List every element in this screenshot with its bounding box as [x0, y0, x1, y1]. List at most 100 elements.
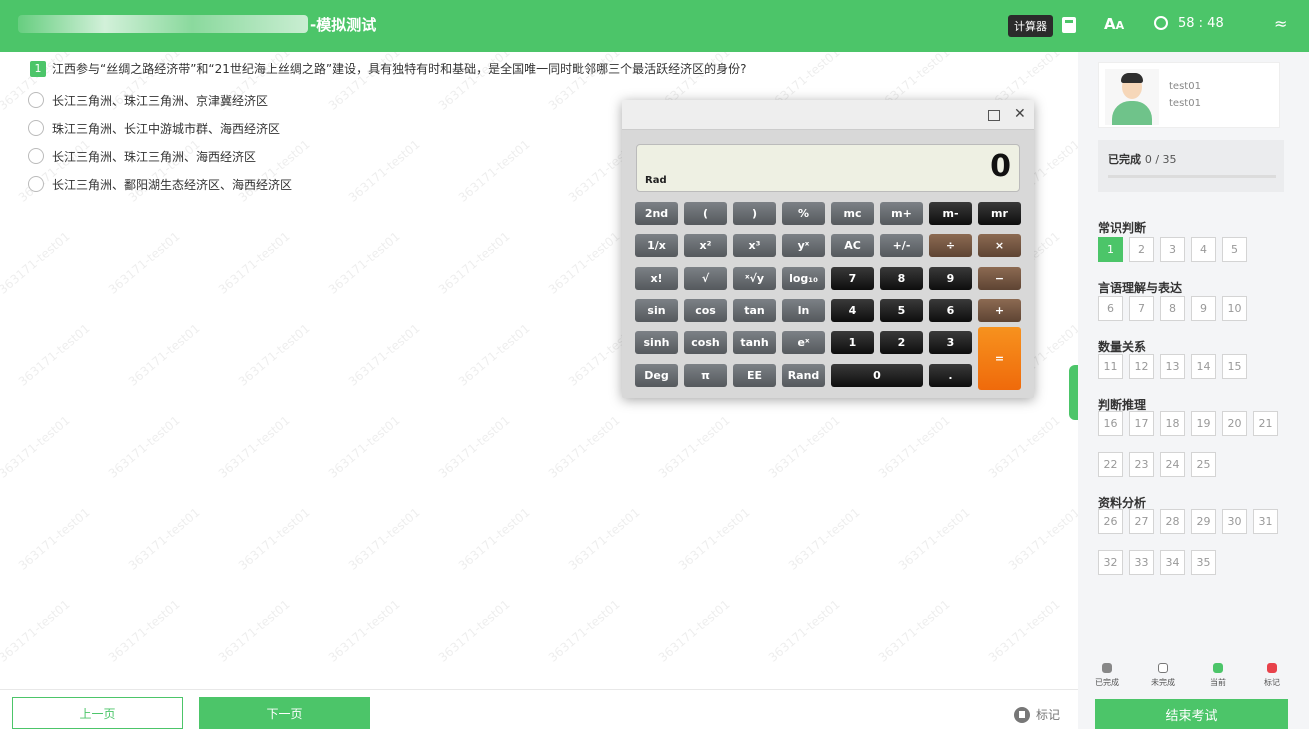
question-nav-button[interactable]: 6 — [1098, 296, 1123, 321]
question-nav-button[interactable]: 26 — [1098, 509, 1123, 534]
question-nav-button[interactable]: 35 — [1191, 550, 1216, 575]
calc-key-1[interactable]: 1 — [831, 331, 874, 355]
question-nav-button[interactable]: 15 — [1222, 354, 1247, 379]
question-nav-button[interactable]: 25 — [1191, 452, 1216, 477]
calc-key-deg[interactable]: Deg — [635, 363, 678, 387]
calc-key-sin[interactable]: sin — [635, 298, 678, 322]
question-nav-button[interactable]: 30 — [1222, 509, 1247, 534]
option-c[interactable]: 长江三角洲、珠江三角洲、海西经济区 — [28, 147, 256, 165]
calc-key-multiply[interactable]: × — [978, 234, 1021, 258]
question-nav-button[interactable]: 10 — [1222, 296, 1247, 321]
question-nav-button[interactable]: 14 — [1191, 354, 1216, 379]
calc-key-4[interactable]: 4 — [831, 298, 874, 322]
calc-key-tanh[interactable]: tanh — [733, 331, 776, 355]
calc-key-3[interactable]: 3 — [929, 331, 972, 355]
question-nav-button[interactable]: 8 — [1160, 296, 1185, 321]
question-nav-button[interactable]: 1 — [1098, 237, 1123, 262]
question-nav-button[interactable]: 13 — [1160, 354, 1185, 379]
question-nav-button[interactable]: 34 — [1160, 550, 1185, 575]
calc-key-7[interactable]: 7 — [831, 266, 874, 290]
question-nav-button[interactable]: 29 — [1191, 509, 1216, 534]
calc-key-rand[interactable]: Rand — [782, 363, 825, 387]
calc-key-2[interactable]: 2 — [880, 331, 923, 355]
prev-page-button[interactable]: 上一页 — [12, 697, 183, 729]
option-b[interactable]: 珠江三角洲、长江中游城市群、海西经济区 — [28, 119, 280, 137]
calc-key-2nd[interactable]: 2nd — [635, 202, 678, 225]
question-nav-button[interactable]: 20 — [1222, 411, 1247, 436]
calculator-titlebar[interactable]: ✕ — [622, 100, 1034, 130]
calc-key-cos[interactable]: cos — [684, 298, 727, 322]
question-nav-button[interactable]: 19 — [1191, 411, 1216, 436]
calc-key-close-paren[interactable]: ) — [733, 202, 776, 225]
question-nav-button[interactable]: 12 — [1129, 354, 1154, 379]
calc-key-y[interactable]: ˣ√y — [733, 266, 776, 290]
option-a[interactable]: 长江三角洲、珠江三角洲、京津冀经济区 — [28, 91, 268, 109]
countdown-timer: 58 : 48 — [1178, 16, 1224, 31]
next-page-button[interactable]: 下一页 — [199, 697, 370, 729]
calc-key-1x[interactable]: 1/x — [635, 234, 678, 258]
calc-key-8[interactable]: 8 — [880, 266, 923, 290]
calc-key-divide[interactable]: ÷ — [929, 234, 972, 258]
calc-key-sign[interactable]: +/- — [880, 234, 923, 258]
question-nav-button[interactable]: 11 — [1098, 354, 1123, 379]
calc-key-percent[interactable]: % — [782, 202, 825, 225]
mark-button[interactable]: 标记 — [1014, 706, 1060, 723]
calc-key-log[interactable]: log₁₀ — [782, 266, 825, 290]
option-radio[interactable] — [28, 92, 44, 108]
calc-key-minus[interactable]: − — [978, 266, 1021, 290]
calculator-icon[interactable] — [1062, 17, 1076, 33]
question-nav-button[interactable]: 7 — [1129, 296, 1154, 321]
calc-key-m[interactable]: m- — [929, 202, 972, 225]
calc-key-equals[interactable]: = — [978, 327, 1021, 390]
question-nav-button[interactable]: 22 — [1098, 452, 1123, 477]
calc-key-y[interactable]: yˣ — [782, 234, 825, 258]
calculator-window[interactable]: ✕ Rad 0 2nd ()% mc m+ m-mr 1/x x² x³ yˣ AC +/- ÷ × x!… — [622, 100, 1034, 398]
question-nav-button[interactable]: 33 — [1129, 550, 1154, 575]
calc-key-sinh[interactable]: sinh — [635, 331, 678, 355]
option-radio[interactable] — [28, 120, 44, 136]
question-nav-button[interactable]: 23 — [1129, 452, 1154, 477]
calc-key-tan[interactable]: tan — [733, 298, 776, 322]
question-nav-button[interactable]: 2 — [1129, 237, 1154, 262]
calc-key-mc[interactable]: mc — [831, 202, 874, 225]
question-nav-button[interactable]: 17 — [1129, 411, 1154, 436]
question-nav-button[interactable]: 9 — [1191, 296, 1216, 321]
question-nav-button[interactable]: 24 — [1160, 452, 1185, 477]
question-nav-button[interactable]: 3 — [1160, 237, 1185, 262]
question-nav-button[interactable]: 18 — [1160, 411, 1185, 436]
calc-key-ac[interactable]: AC — [831, 234, 874, 258]
calc-key-6[interactable]: 6 — [929, 298, 972, 322]
calc-key-mr[interactable]: mr — [978, 202, 1021, 225]
calc-key-plus[interactable]: + — [978, 298, 1021, 322]
font-size-icon[interactable]: AA — [1104, 15, 1124, 33]
question-nav-button[interactable]: 21 — [1253, 411, 1278, 436]
question-nav-button[interactable]: 31 — [1253, 509, 1278, 534]
calc-key-ln[interactable]: ln — [782, 298, 825, 322]
calc-key-decimal[interactable]: . — [929, 363, 972, 387]
calc-key-pi[interactable]: π — [684, 363, 727, 387]
maximize-icon[interactable] — [988, 110, 1000, 121]
question-nav-button[interactable]: 16 — [1098, 411, 1123, 436]
calc-key-open-paren[interactable]: ( — [684, 202, 727, 225]
close-icon[interactable]: ✕ — [1014, 106, 1026, 122]
calc-key-x[interactable]: x³ — [733, 234, 776, 258]
question-nav-button[interactable]: 4 — [1191, 237, 1216, 262]
calc-key-cosh[interactable]: cosh — [684, 331, 727, 355]
calc-key-sqrt[interactable]: √ — [684, 266, 727, 290]
calc-key-m[interactable]: m+ — [880, 202, 923, 225]
option-radio[interactable] — [28, 176, 44, 192]
calc-key-x[interactable]: x² — [684, 234, 727, 258]
question-nav-button[interactable]: 28 — [1160, 509, 1185, 534]
calc-key-9[interactable]: 9 — [929, 266, 972, 290]
question-nav-button[interactable]: 32 — [1098, 550, 1123, 575]
calc-key-0[interactable]: 0 — [831, 363, 923, 387]
question-nav-button[interactable]: 27 — [1129, 509, 1154, 534]
option-radio[interactable] — [28, 148, 44, 164]
calc-key-x[interactable]: x! — [635, 266, 678, 290]
calc-key-5[interactable]: 5 — [880, 298, 923, 322]
option-d[interactable]: 长江三角洲、鄱阳湖生态经济区、海西经济区 — [28, 175, 292, 193]
calc-key-ee[interactable]: EE — [733, 363, 776, 387]
question-nav-button[interactable]: 5 — [1222, 237, 1247, 262]
calc-key-e[interactable]: eˣ — [782, 331, 825, 355]
end-exam-button[interactable]: 结束考试 — [1095, 699, 1288, 729]
